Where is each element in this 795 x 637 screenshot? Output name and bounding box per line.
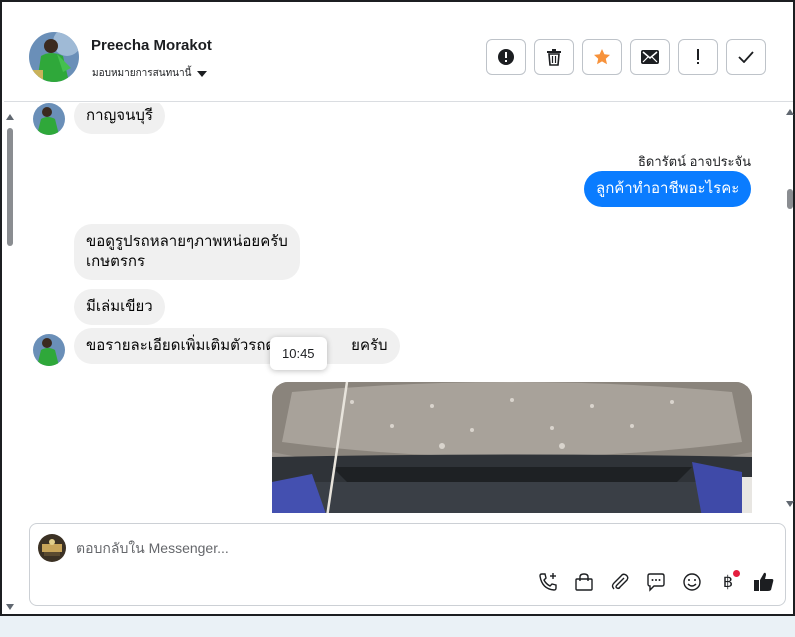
caret-down-icon	[197, 70, 208, 77]
right-scrollbar[interactable]	[784, 103, 795, 513]
scrollbar-thumb[interactable]	[787, 189, 793, 209]
star-icon	[594, 49, 610, 65]
message-bubble-incoming[interactable]: ขอรายละเอียดเพิ่มเติมตัวรถด ยครับ	[74, 328, 400, 364]
scrollbar-thumb[interactable]	[7, 128, 13, 246]
scroll-down-arrow-icon[interactable]	[786, 501, 794, 507]
exclamation-icon	[697, 49, 699, 64]
message-bubble-incoming[interactable]: ขอดูรูปรถหลายๆภาพหน่อยครับ เกษตรกร	[74, 224, 300, 280]
message-line: เกษตรกร	[86, 253, 146, 270]
image-attachment[interactable]	[272, 382, 752, 513]
mark-unread-button[interactable]	[630, 39, 670, 75]
alert-circle-icon	[498, 49, 514, 65]
mark-done-button[interactable]	[726, 39, 766, 75]
chat-bubble-icon[interactable]	[644, 570, 668, 594]
composer-tools: ฿	[536, 570, 776, 594]
assign-conversation-dropdown[interactable]: มอบหมายการสนทนานี้	[92, 66, 208, 81]
paperclip-icon[interactable]	[608, 570, 632, 594]
call-add-icon[interactable]	[536, 570, 560, 594]
assign-label: มอบหมายการสนทนานี้	[92, 68, 192, 79]
message-text: ยครับ	[351, 337, 388, 354]
reply-composer: ฿	[29, 523, 786, 606]
inbox-conversation-panel: Preecha Morakot มอบหมายการสนทนานี้ กาญจน…	[0, 0, 795, 616]
shopping-bag-icon[interactable]	[572, 570, 596, 594]
message-bubble-incoming[interactable]: มีเล่มเขียว	[74, 289, 165, 325]
delete-button[interactable]	[534, 39, 574, 75]
baht-icon[interactable]: ฿	[716, 570, 740, 594]
page-avatar	[38, 534, 66, 562]
contact-avatar-small	[33, 334, 65, 366]
thumbs-up-icon[interactable]	[752, 570, 776, 594]
left-scrollbar[interactable]	[4, 102, 18, 616]
contact-avatar[interactable]	[29, 32, 79, 82]
scroll-up-arrow-icon[interactable]	[6, 114, 14, 120]
message-bubble-outgoing[interactable]: ลูกค้าทำอาชีพอะไรคะ	[584, 171, 752, 207]
reply-input[interactable]	[76, 536, 676, 560]
message-bubble-incoming[interactable]: กาญจนบุรี	[74, 103, 165, 134]
smiley-icon[interactable]	[680, 570, 704, 594]
notification-dot	[733, 570, 740, 577]
check-icon	[738, 51, 754, 63]
conversation-header: Preecha Morakot มอบหมายการสนทนานี้	[4, 4, 793, 102]
contact-name: Preecha Morakot	[91, 37, 212, 54]
message-text: ขอรายละเอียดเพิ่มเติมตัวรถด	[86, 337, 276, 354]
follow-up-button[interactable]	[678, 39, 718, 75]
window-bottom-strip	[0, 616, 795, 637]
agent-name: ธิดารัตน์ อาจประจัน	[638, 154, 752, 169]
star-button[interactable]	[582, 39, 622, 75]
message-line: ขอดูรูปรถหลายๆภาพหน่อยครับ	[86, 233, 288, 250]
spam-button[interactable]	[486, 39, 526, 75]
contact-avatar-small	[33, 103, 65, 135]
envelope-icon	[641, 50, 659, 64]
header-actions	[486, 39, 766, 75]
scroll-up-arrow-icon[interactable]	[786, 109, 794, 115]
timestamp-tooltip: 10:45	[270, 337, 327, 370]
trash-icon	[547, 49, 561, 66]
scroll-down-arrow-icon[interactable]	[6, 604, 14, 610]
message-thread[interactable]: กาญจนบุรี ธิดารัตน์ อาจประจัน ลูกค้าทำอา…	[18, 103, 784, 513]
